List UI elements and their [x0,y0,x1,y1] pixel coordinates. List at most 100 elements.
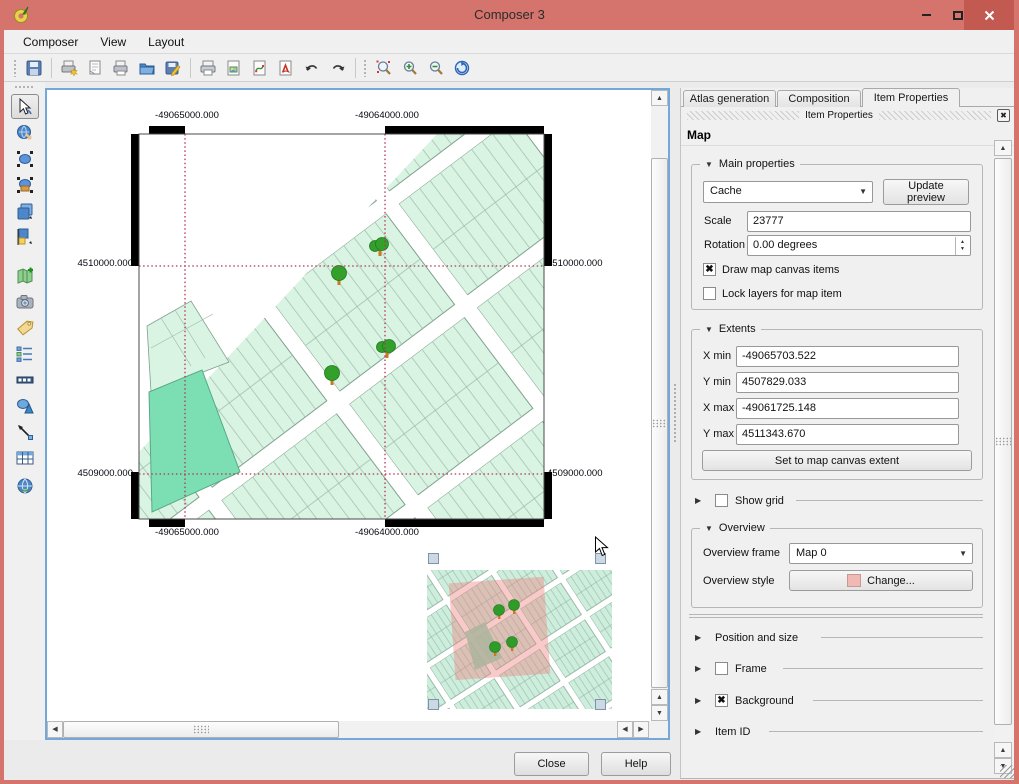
panel-scroll-thumb[interactable] [994,158,1012,725]
add-image-button[interactable] [11,289,39,314]
save-button[interactable] [21,56,47,80]
new-composer-button[interactable] [56,56,82,80]
undo-button[interactable] [299,56,325,80]
raise-items-button[interactable] [11,198,39,223]
hscroll-thumb[interactable] [63,721,339,738]
rotation-input[interactable]: 0.00 degrees ▲▼ [747,235,971,256]
tab-item-properties[interactable]: Item Properties [862,88,960,107]
menu-composer[interactable]: Composer [14,32,87,52]
section-item-id[interactable]: ▶ Item ID [691,725,983,739]
scroll-up-button-2[interactable]: ▲ [651,689,668,705]
add-map-button[interactable] [11,263,39,288]
section-frame[interactable]: ▶ Frame [691,662,983,676]
add-table-button[interactable] [11,445,39,470]
overview-map-item[interactable] [427,570,612,709]
ymax-input[interactable]: 4511343.670 [736,424,959,445]
overview-frame-combo[interactable]: Map 0 ▼ [789,543,973,564]
export-svg-button[interactable] [247,56,273,80]
dock-close-button[interactable]: ✖ [997,109,1010,122]
add-label-button[interactable] [11,315,39,340]
lock-layers-checkbox[interactable] [703,287,716,300]
duplicate-composer-button[interactable] [82,56,108,80]
xmax-input[interactable]: -49061725.148 [736,398,959,419]
export-image-button[interactable] [221,56,247,80]
scroll-right-button[interactable]: ▶ [633,721,649,738]
collapse-triangle-icon[interactable]: ▼ [705,325,713,334]
scale-input[interactable]: 23777 [747,211,971,232]
refresh-button[interactable] [449,56,475,80]
map-item[interactable] [130,125,553,528]
composition-canvas[interactable]: -49065000.000 -49064000.000 -49065000.00… [45,88,670,740]
close-button[interactable] [964,0,1014,30]
minimize-button[interactable] [912,0,940,30]
menu-layout[interactable]: Layout [139,32,193,52]
vscroll-thumb[interactable] [651,158,668,688]
collapse-triangle-icon[interactable]: ▼ [705,524,713,533]
selection-handle-top-left[interactable] [428,553,439,564]
scroll-down-button[interactable]: ▼ [651,705,668,721]
tab-composition[interactable]: Composition [777,90,861,107]
add-shape-button[interactable] [11,393,39,418]
zoom-in-button[interactable] [397,56,423,80]
selection-handle-bottom-right[interactable] [595,699,606,710]
frame-checkbox[interactable] [715,662,728,675]
close-dialog-button[interactable]: Close [514,752,589,776]
add-html-button[interactable] [11,473,39,498]
print-button[interactable] [195,56,221,80]
load-template-button[interactable] [134,56,160,80]
expand-triangle-icon[interactable]: ▶ [695,496,701,505]
expand-triangle-icon[interactable]: ▶ [695,727,701,736]
dock-hatch-left [687,111,799,120]
panel-splitter[interactable] [670,88,680,740]
export-pdf-button[interactable] [273,56,299,80]
scroll-up-button[interactable]: ▲ [651,90,668,106]
tab-atlas-generation[interactable]: Atlas generation [683,90,776,107]
redo-button[interactable] [325,56,351,80]
section-background[interactable]: ▶ ✖ Background [691,694,983,708]
set-to-canvas-extent-button[interactable]: Set to map canvas extent [702,450,972,471]
move-item-content-button[interactable] [11,120,39,145]
scroll-left-button-2[interactable]: ◀ [617,721,633,738]
panel-resize-grip[interactable] [1000,765,1014,778]
expand-triangle-icon[interactable]: ▶ [695,664,701,673]
menu-view[interactable]: View [91,32,135,52]
panel-vscrollbar[interactable]: ▲ ▲ ▼ [994,140,1012,774]
composer-manager-button[interactable] [108,56,134,80]
collapse-triangle-icon[interactable]: ▼ [705,160,713,169]
show-grid-checkbox[interactable] [715,494,728,507]
help-button[interactable]: Help [601,752,671,776]
close-icon [984,10,995,21]
overview-style-change-button[interactable]: Change... [789,570,973,591]
preview-mode-combo[interactable]: Cache ▼ [703,181,873,203]
add-legend-button[interactable] [11,341,39,366]
section-show-grid[interactable]: ▶ Show grid [691,494,983,508]
rotation-spinner[interactable]: ▲▼ [955,237,969,255]
xmin-input[interactable]: -49065703.522 [736,346,959,367]
add-scalebar-button[interactable] [11,367,39,392]
expand-triangle-icon[interactable]: ▶ [695,633,701,642]
toolbar-grip[interactable] [14,85,34,90]
scroll-up-button-2[interactable]: ▲ [994,742,1012,758]
ymin-input[interactable]: 4507829.033 [736,372,959,393]
scroll-left-button[interactable]: ◀ [47,721,63,738]
scroll-up-button[interactable]: ▲ [994,140,1012,156]
canvas-vscrollbar[interactable]: ▲ ▲ ▼ [651,90,668,721]
update-preview-button[interactable]: Update preview [883,179,969,205]
transform-item-button[interactable] [11,172,39,197]
add-arrow-button[interactable] [11,419,39,444]
select-move-item-button[interactable] [11,94,39,119]
zoom-out-button[interactable] [423,56,449,80]
save-as-template-button[interactable] [160,56,186,80]
expand-triangle-icon[interactable]: ▶ [695,696,701,705]
draw-canvas-items-checkbox[interactable]: ✖ [703,263,716,276]
zoom-full-button[interactable] [371,56,397,80]
align-items-button[interactable] [11,224,39,249]
canvas-hscrollbar[interactable]: ◀ ◀ ▶ [47,721,651,738]
zoom-in-icon [401,59,419,77]
section-position-and-size[interactable]: ▶ Position and size [691,631,983,645]
selection-handle-bottom-left[interactable] [428,699,439,710]
toolbar-grip[interactable] [363,59,368,77]
select-items-button[interactable] [11,146,39,171]
background-checkbox[interactable]: ✖ [715,694,728,707]
toolbar-grip[interactable] [13,59,18,77]
